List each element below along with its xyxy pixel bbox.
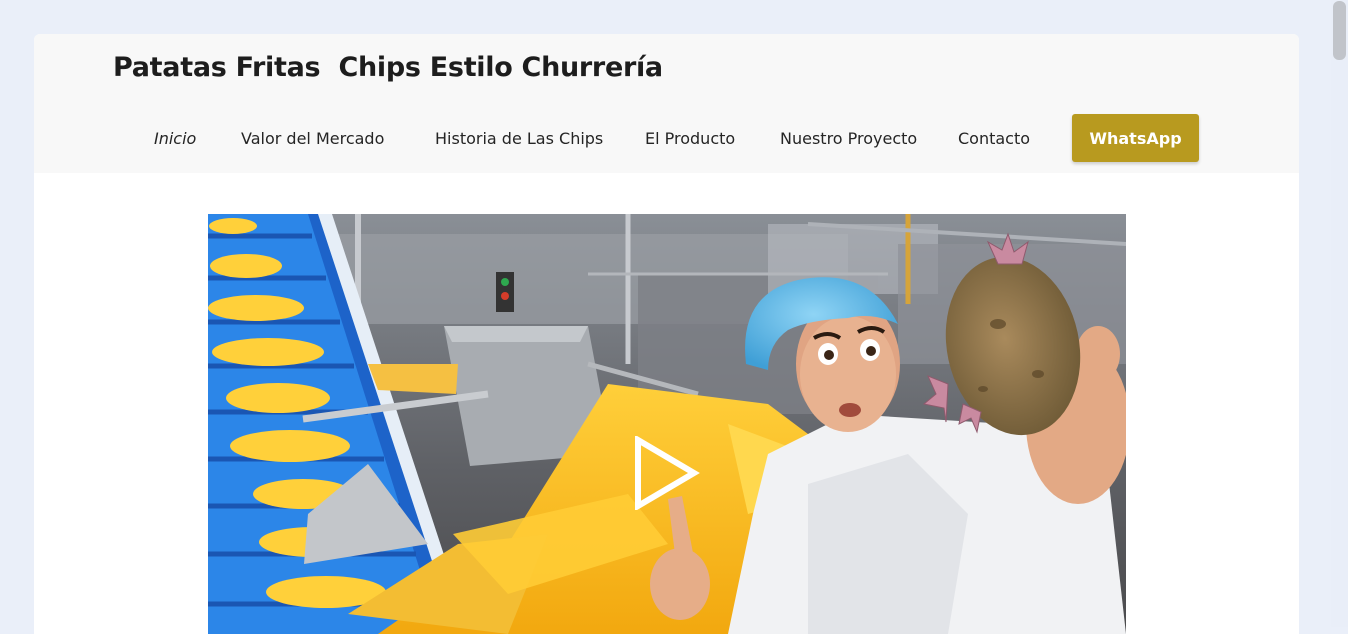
nav-item-nuestro-proyecto[interactable]: Nuestro Proyecto bbox=[780, 129, 917, 148]
whatsapp-button[interactable]: WhatsApp bbox=[1072, 114, 1199, 162]
site-header: Patatas Fritas Chips Estilo Churrería In… bbox=[34, 34, 1299, 173]
scrollbar-thumb[interactable] bbox=[1333, 1, 1346, 60]
page-card: Patatas Fritas Chips Estilo Churrería In… bbox=[34, 34, 1299, 634]
scrollbar-track[interactable] bbox=[1331, 0, 1348, 627]
nav-item-contacto[interactable]: Contacto bbox=[958, 129, 1030, 148]
site-title[interactable]: Patatas Fritas Chips Estilo Churrería bbox=[113, 52, 663, 83]
nav-item-historia-de-las-chips[interactable]: Historia de Las Chips bbox=[435, 129, 603, 148]
factory-scene-image bbox=[208, 214, 1126, 634]
play-icon[interactable] bbox=[632, 436, 702, 510]
nav-item-valor-del-mercado[interactable]: Valor del Mercado bbox=[241, 129, 384, 148]
nav-item-inicio[interactable]: Inicio bbox=[154, 129, 196, 148]
nav-item-el-producto[interactable]: El Producto bbox=[645, 129, 735, 148]
video-thumbnail[interactable] bbox=[208, 214, 1126, 634]
